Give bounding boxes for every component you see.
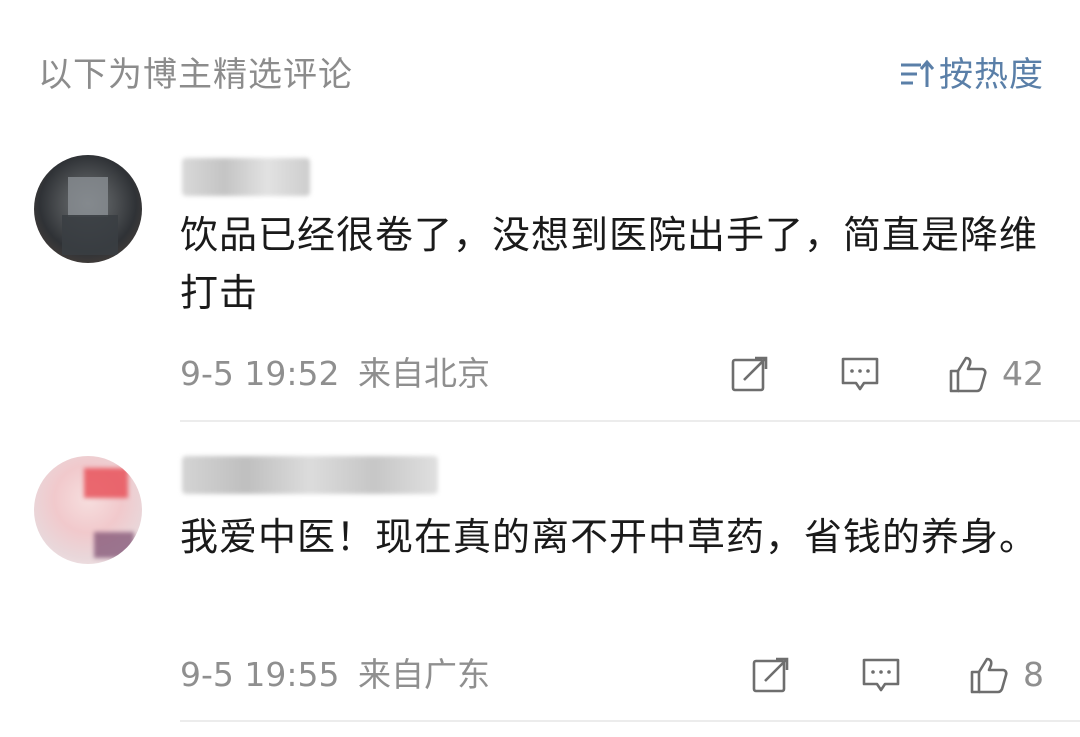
share-button[interactable] xyxy=(751,655,791,695)
thumbs-up-icon xyxy=(970,657,1008,694)
reply-button[interactable] xyxy=(840,354,880,394)
share-icon xyxy=(752,657,789,693)
comment-icon xyxy=(841,357,879,391)
like-count: 42 xyxy=(1002,354,1044,393)
username-blurred[interactable] xyxy=(182,456,438,494)
like-button[interactable]: 42 xyxy=(948,352,1044,396)
like-count: 8 xyxy=(1023,655,1044,694)
comment-actions: 42 xyxy=(730,352,1044,396)
divider xyxy=(180,720,1080,722)
share-button[interactable] xyxy=(730,354,770,394)
comment-text: 我爱中医！现在真的离不开中草药，省钱的养身。 xyxy=(180,515,1039,559)
comment-text: 饮品已经很卷了，没想到医院出手了，简直是降维打击 xyxy=(180,213,1039,315)
comment-icon xyxy=(862,658,900,692)
sort-by-hot-button[interactable]: 按热度 xyxy=(899,52,1044,98)
comment-meta: 9-5 19:55 来自广东 xyxy=(180,653,490,697)
comments-header: 以下为博主精选评论 按热度 xyxy=(38,52,1044,102)
comment-location: 来自广东 xyxy=(358,655,490,694)
comment-actions: 8 xyxy=(751,653,1044,697)
divider xyxy=(180,420,1080,422)
username-blurred[interactable] xyxy=(182,158,310,196)
comment-location: 来自北京 xyxy=(358,354,490,393)
share-icon xyxy=(731,356,768,392)
sort-label: 按热度 xyxy=(939,55,1044,95)
avatar[interactable] xyxy=(34,456,142,564)
sort-icon xyxy=(901,59,935,87)
reply-button[interactable] xyxy=(861,655,901,695)
section-title: 以下为博主精选评论 xyxy=(38,55,353,95)
avatar[interactable] xyxy=(34,155,142,263)
comment-meta: 9-5 19:52 来自北京 xyxy=(180,352,490,396)
comment-time: 9-5 19:55 xyxy=(180,655,340,694)
comment-time: 9-5 19:52 xyxy=(180,354,340,393)
like-button[interactable]: 8 xyxy=(969,653,1044,697)
thumbs-up-icon xyxy=(949,356,987,393)
